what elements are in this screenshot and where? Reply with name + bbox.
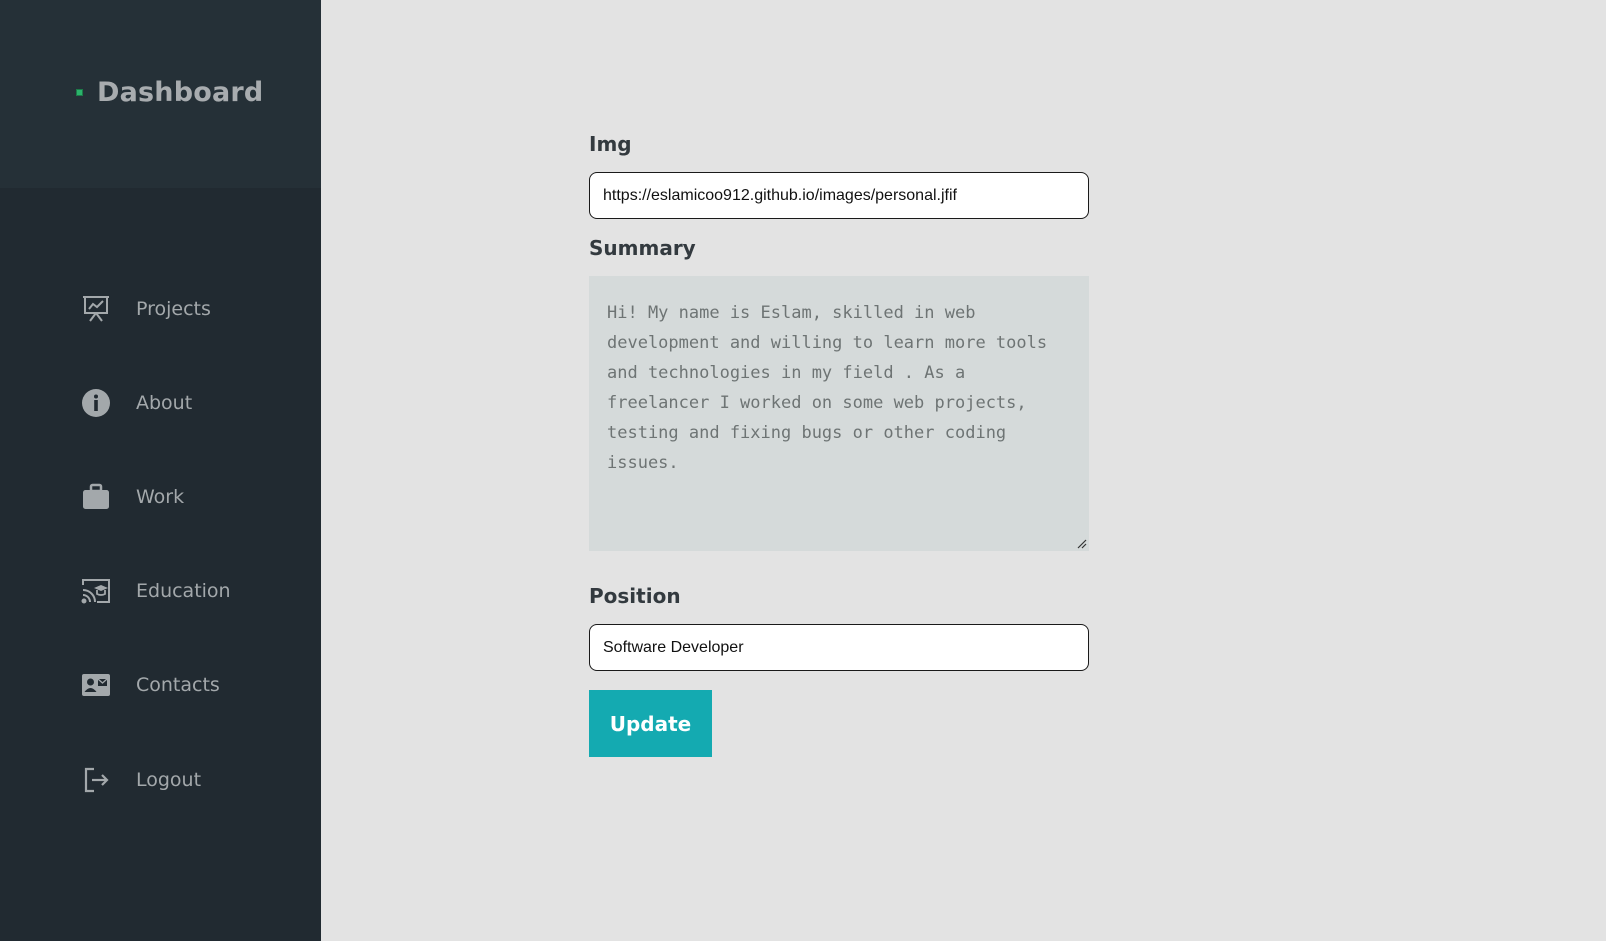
update-button[interactable]: Update [589, 690, 712, 757]
sidebar-item-label: Contacts [136, 674, 220, 696]
sidebar-item-education[interactable]: Education [0, 563, 321, 619]
profile-form: Img Summary Hi! My name is Eslam, skille… [589, 132, 1089, 757]
summary-label: Summary [589, 236, 696, 260]
img-label: Img [589, 132, 632, 156]
sidebar-item-label: Work [136, 486, 185, 508]
sidebar-item-label: Logout [136, 769, 202, 791]
sidebar-item-label: About [136, 392, 193, 414]
briefcase-icon [80, 481, 112, 513]
cast-graduation-icon [80, 575, 112, 607]
sidebar-item-about[interactable]: About [0, 375, 321, 431]
summary-wrapper: Hi! My name is Eslam, skilled in web dev… [589, 276, 1089, 551]
brand-title: Dashboard [97, 76, 264, 108]
sidebar-item-label: Projects [136, 298, 211, 320]
sidebar-item-label: Education [136, 580, 231, 602]
sidebar: Dashboard Projects About Work Education … [0, 0, 321, 941]
resize-handle-icon[interactable] [1077, 539, 1087, 549]
brand-header[interactable]: Dashboard [0, 0, 321, 188]
position-label: Position [589, 584, 681, 608]
logout-icon [80, 764, 112, 796]
info-circle-icon [80, 387, 112, 419]
summary-textarea[interactable]: Hi! My name is Eslam, skilled in web dev… [589, 276, 1089, 551]
img-url-input[interactable] [589, 172, 1089, 219]
sidebar-item-contacts[interactable]: Contacts [0, 657, 321, 713]
sidebar-item-projects[interactable]: Projects [0, 281, 321, 337]
contact-card-icon [80, 669, 112, 701]
sidebar-item-work[interactable]: Work [0, 469, 321, 525]
presentation-chart-icon [80, 293, 112, 325]
sidebar-item-logout[interactable]: Logout [0, 752, 321, 808]
position-input[interactable] [589, 624, 1089, 671]
grid-dot-icon [76, 88, 83, 96]
